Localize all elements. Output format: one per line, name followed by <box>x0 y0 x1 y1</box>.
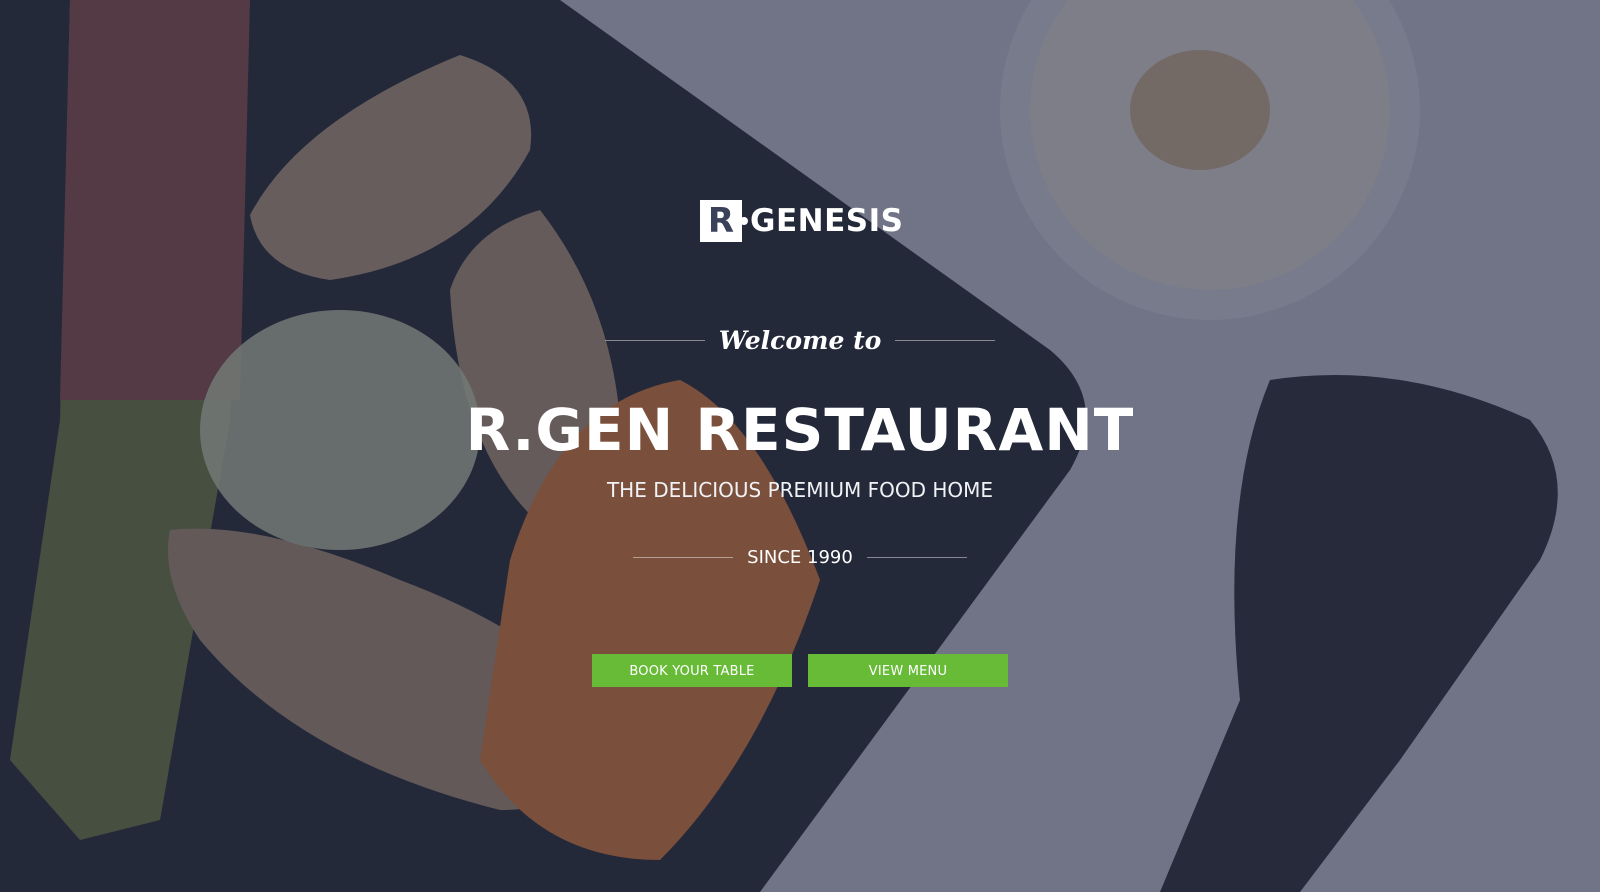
hero-content: R GENESIS Welcome to R.GEN RESTAURANT TH… <box>0 0 1600 892</box>
welcome-text: Welcome to <box>718 325 882 355</box>
page-subtitle: THE DELICIOUS PREMIUM FOOD HOME <box>606 478 994 502</box>
since-rule-right <box>866 556 967 558</box>
page-title: R.GEN RESTAURANT <box>465 396 1135 464</box>
since-row: SINCE 1990 <box>600 542 1000 572</box>
welcome-rule-right <box>895 339 996 341</box>
since-rule-left <box>633 556 734 558</box>
book-table-button[interactable]: BOOK YOUR TABLE <box>592 654 792 687</box>
logo-letter: R <box>707 201 735 241</box>
welcome-rule-left <box>604 339 705 341</box>
view-menu-button[interactable]: VIEW MENU <box>808 654 1008 687</box>
brand-logo[interactable]: R GENESIS <box>700 200 903 242</box>
logo-text: GENESIS <box>750 203 904 239</box>
logo-dot <box>740 217 748 225</box>
hero-section: R GENESIS Welcome to R.GEN RESTAURANT TH… <box>0 0 1600 892</box>
since-text: SINCE 1990 <box>747 546 853 568</box>
welcome-row: Welcome to <box>600 320 1000 360</box>
logo-mark: R <box>700 200 748 242</box>
